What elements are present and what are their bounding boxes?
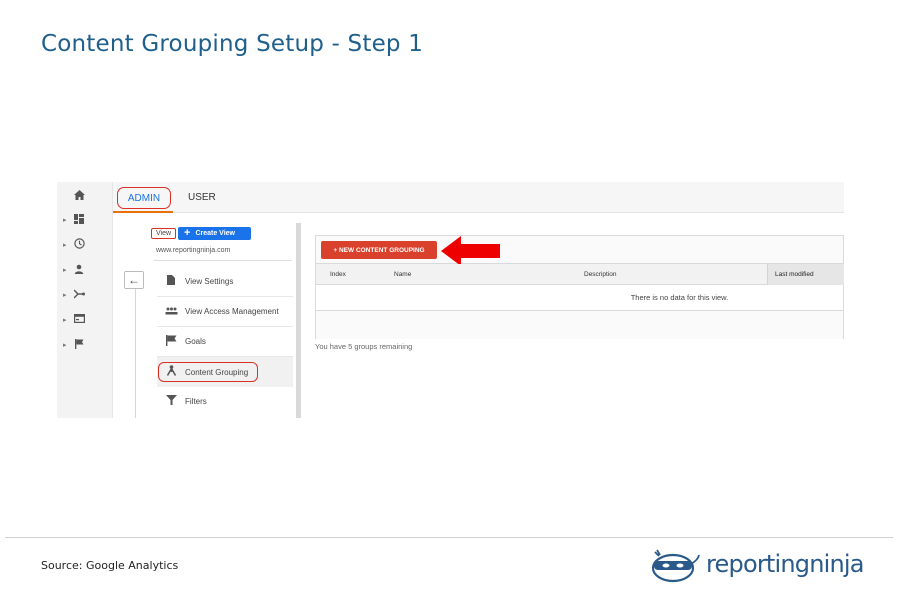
nav-conversions[interactable]: ▸ [57,335,113,355]
tab-user[interactable]: USER [188,192,216,203]
page-title: Content Grouping Setup - Step 1 [41,31,424,57]
document-icon [161,275,181,288]
top-tab-bar: ADMIN USER [113,182,844,213]
flag-icon [161,334,181,349]
menu-item-label: Filters [185,396,207,406]
view-selector[interactable]: www.reportingninja.com [156,247,230,254]
reportingninja-logo: reportingninja [651,546,864,586]
view-selector-underline [154,260,292,261]
behavior-icon [73,314,85,326]
empty-message: There is no data for this view. [316,285,843,311]
column-last-modified-label: Last modified [775,271,814,278]
expand-caret-icon: ▸ [63,242,67,249]
table-footer [316,311,843,339]
panel-toolbar: + NEW CONTENT GROUPING [316,236,843,266]
column-divider [135,289,136,418]
back-button[interactable]: ← [124,271,144,289]
create-view-button[interactable]: + Create View [178,227,251,240]
expand-caret-icon: ▸ [63,217,67,224]
groups-remaining: You have 5 groups remaining [315,342,413,351]
column-name[interactable]: Name [394,271,411,278]
column-index[interactable]: Index [330,271,346,278]
nav-customization[interactable]: ▸ [57,210,113,230]
plus-icon: + [184,227,191,239]
nav-acquisition[interactable]: ▸ [57,285,113,305]
content-grouping-panel: + NEW CONTENT GROUPING Index Name Descri… [315,235,844,339]
nav-behavior[interactable]: ▸ [57,310,113,330]
nav-realtime[interactable]: ▸ [57,235,113,255]
expand-caret-icon: ▸ [63,342,67,349]
tab-admin[interactable]: ADMIN [117,187,171,209]
ninja-mascot-icon [651,549,700,583]
pointer-arrow-icon [441,236,500,266]
expand-caret-icon: ▸ [63,292,67,299]
flag-icon [73,338,85,352]
footer-divider [5,537,893,538]
people-icon [161,306,181,318]
menu-item-goals[interactable]: Goals [157,327,293,357]
logo-wordmark: reportingninja [706,550,864,578]
menu-item-label: View Settings [185,277,234,286]
menu-item-label: View Access Management [185,307,279,316]
source-note: Source: Google Analytics [41,559,179,572]
acquisition-icon [73,289,85,302]
expand-caret-icon: ▸ [63,267,67,274]
new-content-grouping-button[interactable]: + NEW CONTENT GROUPING [321,241,437,259]
home-icon [73,189,85,203]
nav-home[interactable] [57,186,113,206]
column-last-modified[interactable]: Last modified [767,264,844,285]
menu-item-view-access-management[interactable]: View Access Management [157,297,293,327]
analytics-screenshot: ▸ ▸ ▸ ▸ ▸ ▸ ADMIN USER View + Create Vie… [57,182,844,418]
nav-audience[interactable]: ▸ [57,260,113,280]
arrow-left-icon: ← [128,273,140,287]
menu-item-label: Goals [185,337,206,346]
left-nav: ▸ ▸ ▸ ▸ ▸ ▸ [57,182,113,418]
menu-item-filters[interactable]: Filters [157,386,293,416]
expand-caret-icon: ▸ [63,317,67,324]
filter-icon [161,394,181,408]
table-header: Index Name Description Last modified [316,264,844,285]
clock-icon [73,238,85,252]
person-icon [73,264,85,277]
column-scrollbar[interactable] [296,223,301,418]
dashboard-icon [73,213,85,227]
logo-text: reportingninja [706,550,864,578]
create-view-label: Create View [195,230,235,237]
menu-item-view-settings[interactable]: View Settings [157,267,293,297]
view-label: View [151,228,176,239]
content-grouping-highlight [158,362,258,382]
column-description[interactable]: Description [584,271,617,278]
